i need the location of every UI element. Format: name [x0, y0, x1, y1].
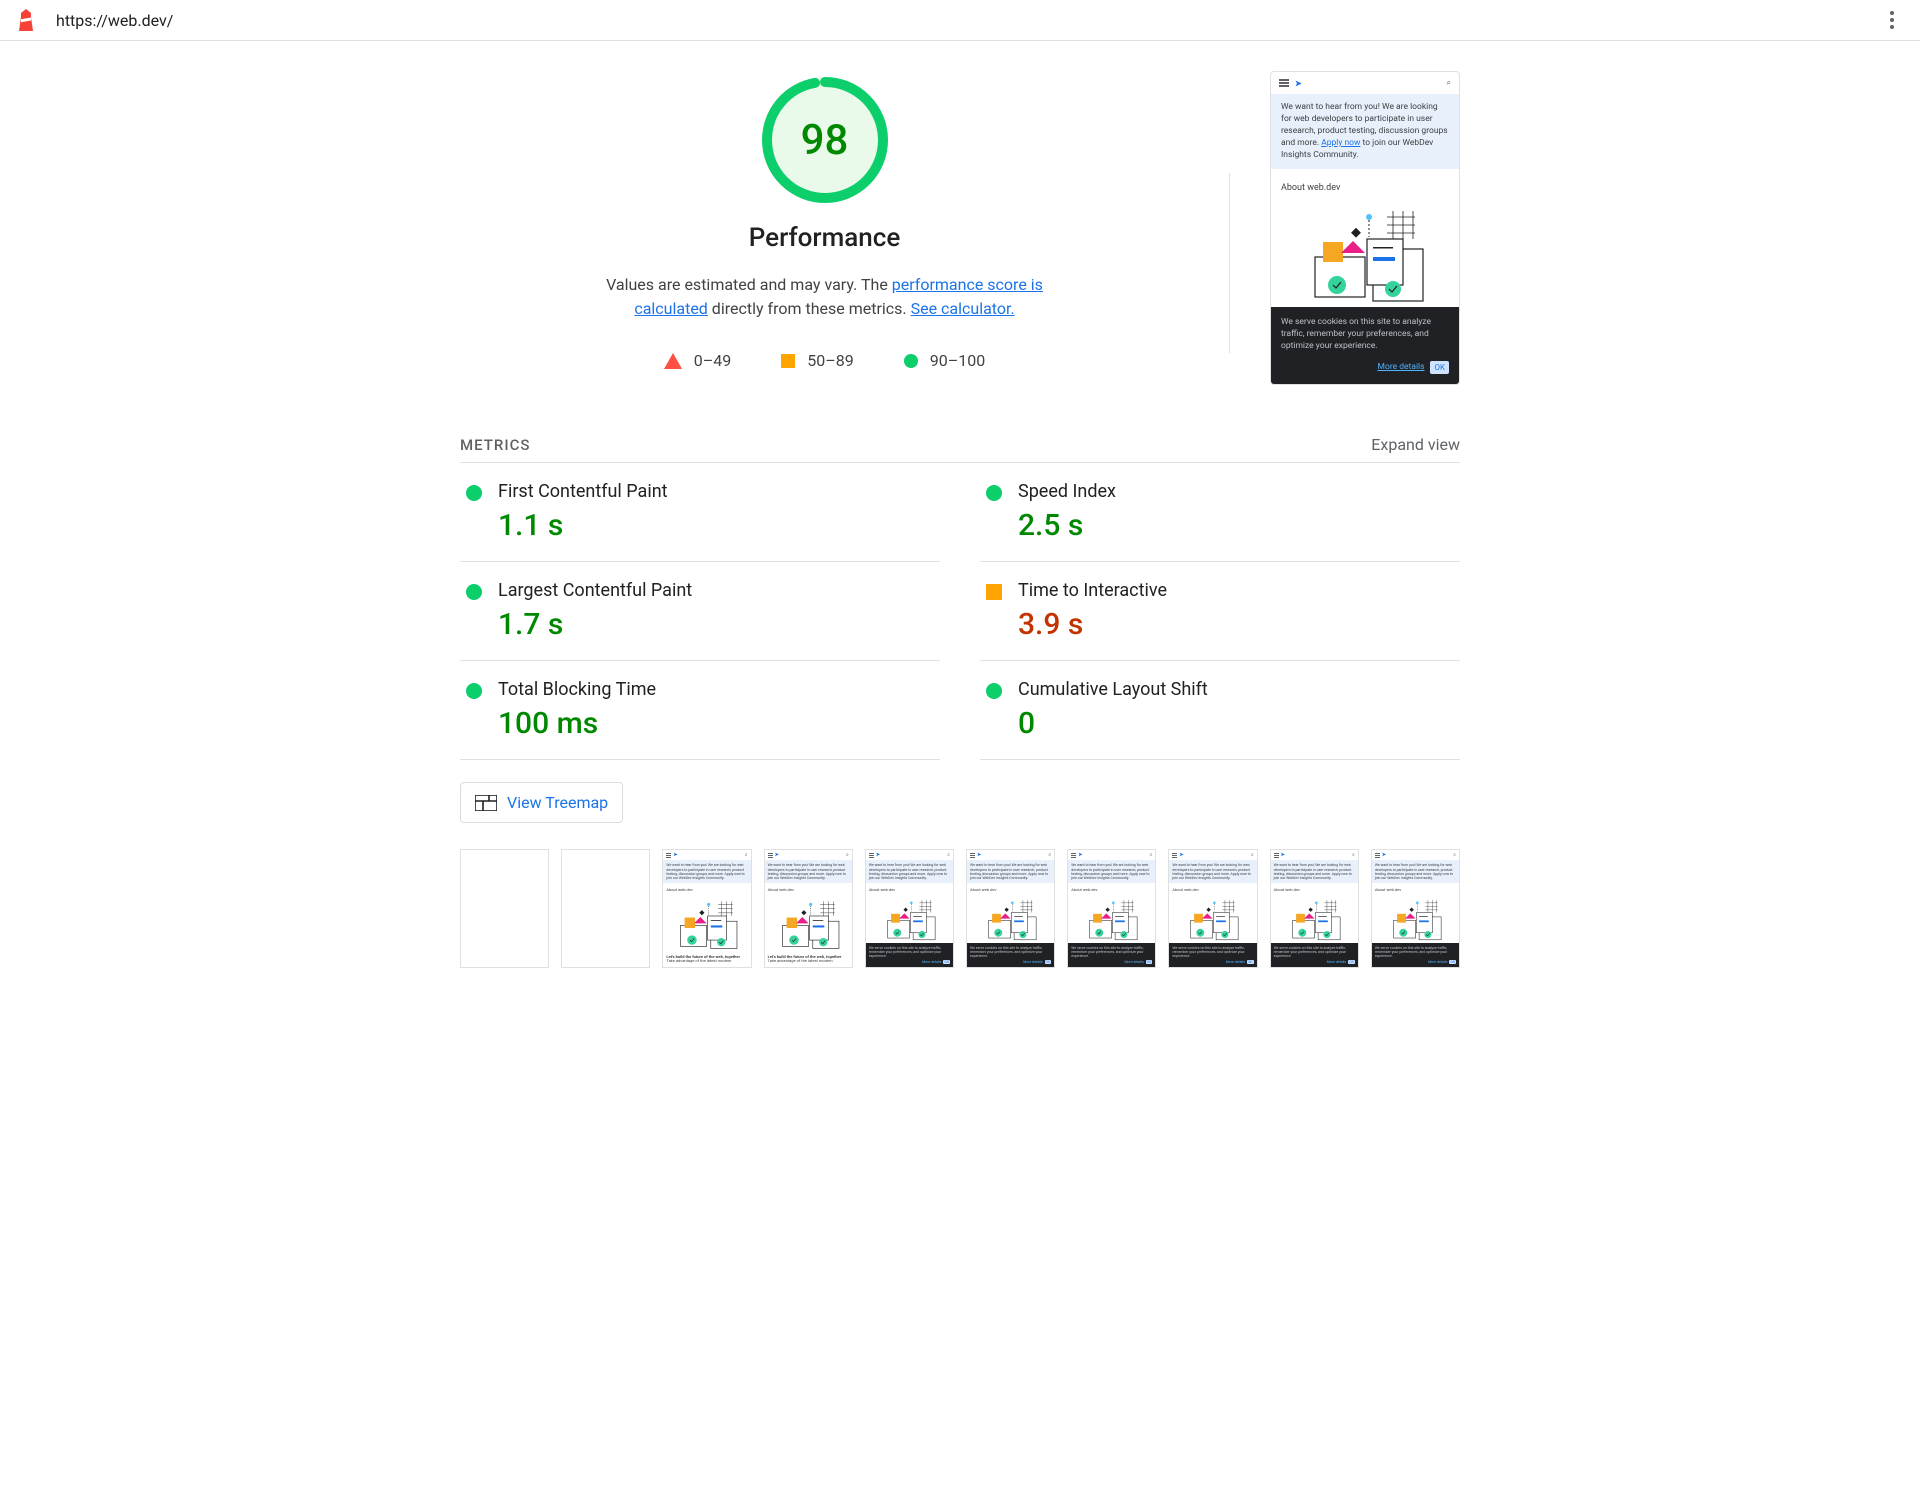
metric-value: 0: [1018, 706, 1454, 741]
webdev-logo-icon: ➤: [1295, 79, 1302, 88]
metric-title: Total Blocking Time: [498, 679, 934, 700]
status-indicator: [986, 683, 1002, 699]
metric-title: Time to Interactive: [1018, 580, 1454, 601]
status-indicator: [466, 584, 482, 600]
metric-value: 2.5 s: [1018, 508, 1454, 543]
metric-cumulative-layout-shift: Cumulative Layout Shift 0: [980, 661, 1460, 760]
expand-view-toggle[interactable]: Expand view: [1371, 435, 1460, 454]
filmstrip-frame: [561, 849, 650, 968]
metric-speed-index: Speed Index 2.5 s: [980, 463, 1460, 562]
ok-button: OK: [1430, 361, 1449, 374]
metric-value: 3.9 s: [1018, 607, 1454, 642]
lighthouse-icon: [16, 8, 36, 32]
filmstrip-frame: ➤⌕ We want to hear from you! We are look…: [764, 849, 853, 968]
score-legend: 0–49 50–89 90–100: [664, 351, 985, 370]
filmstrip: ➤⌕ We want to hear from you! We are look…: [460, 849, 1460, 968]
metric-value: 1.1 s: [498, 508, 934, 543]
score-gauge: 98: [760, 75, 890, 205]
more-details-link: More details: [1378, 362, 1425, 374]
preview-illustration: [1271, 197, 1459, 307]
gauge-description: Values are estimated and may vary. The p…: [605, 273, 1045, 321]
vertical-divider: [1229, 173, 1230, 353]
more-menu-button[interactable]: [1880, 11, 1904, 29]
gauge-title: Performance: [749, 223, 901, 253]
triangle-icon: [664, 353, 682, 369]
metric-value: 1.7 s: [498, 607, 934, 642]
metric-value: 100 ms: [498, 706, 934, 741]
preview-cookie-footer: We serve cookies on this site to analyze…: [1271, 307, 1459, 384]
search-icon: ⌕: [1447, 78, 1451, 88]
status-indicator: [466, 485, 482, 501]
status-indicator: [986, 584, 1002, 600]
status-indicator: [466, 683, 482, 699]
filmstrip-frame: ➤⌕ We want to hear from you! We are look…: [1270, 849, 1359, 968]
metric-title: Cumulative Layout Shift: [1018, 679, 1454, 700]
see-calculator-link[interactable]: See calculator.: [911, 299, 1015, 318]
metrics-grid: First Contentful Paint 1.1 s Speed Index…: [460, 463, 1460, 760]
page-screenshot-preview: ➤ ⌕ We want to hear from you! We are loo…: [1270, 71, 1460, 385]
filmstrip-frame: ➤⌕ We want to hear from you! We are look…: [966, 849, 1055, 968]
topbar: https://web.dev/: [0, 0, 1920, 41]
legend-pass: 90–100: [904, 351, 985, 370]
metric-title: Largest Contentful Paint: [498, 580, 934, 601]
metric-title: Speed Index: [1018, 481, 1454, 502]
metric-total-blocking-time: Total Blocking Time 100 ms: [460, 661, 940, 760]
performance-summary: 98 Performance Values are estimated and …: [460, 71, 1189, 370]
view-treemap-button[interactable]: View Treemap: [460, 782, 623, 823]
filmstrip-frame: ➤⌕ We want to hear from you! We are look…: [1371, 849, 1460, 968]
filmstrip-frame: ➤⌕ We want to hear from you! We are look…: [865, 849, 954, 968]
filmstrip-frame: ➤⌕ We want to hear from you! We are look…: [1067, 849, 1156, 968]
metrics-heading: METRICS: [460, 436, 530, 454]
metric-largest-contentful-paint: Largest Contentful Paint 1.7 s: [460, 562, 940, 661]
filmstrip-frame: ➤⌕ We want to hear from you! We are look…: [1168, 849, 1257, 968]
treemap-label: View Treemap: [507, 793, 608, 812]
legend-fail: 0–49: [664, 351, 731, 370]
score-value: 98: [760, 75, 890, 205]
status-indicator: [986, 485, 1002, 501]
filmstrip-frame: ➤⌕ We want to hear from you! We are look…: [662, 849, 751, 968]
legend-average: 50–89: [781, 351, 853, 370]
metric-first-contentful-paint: First Contentful Paint 1.1 s: [460, 463, 940, 562]
treemap-icon: [475, 795, 497, 811]
preview-about-heading: About web.dev: [1271, 169, 1459, 197]
metric-time-to-interactive: Time to Interactive 3.9 s: [980, 562, 1460, 661]
square-icon: [781, 354, 795, 368]
page-url: https://web.dev/: [56, 11, 1880, 30]
circle-icon: [904, 354, 918, 368]
hamburger-icon: [1279, 79, 1289, 87]
preview-banner: We want to hear from you! We are looking…: [1271, 94, 1459, 169]
filmstrip-frame: [460, 849, 549, 968]
metric-title: First Contentful Paint: [498, 481, 934, 502]
